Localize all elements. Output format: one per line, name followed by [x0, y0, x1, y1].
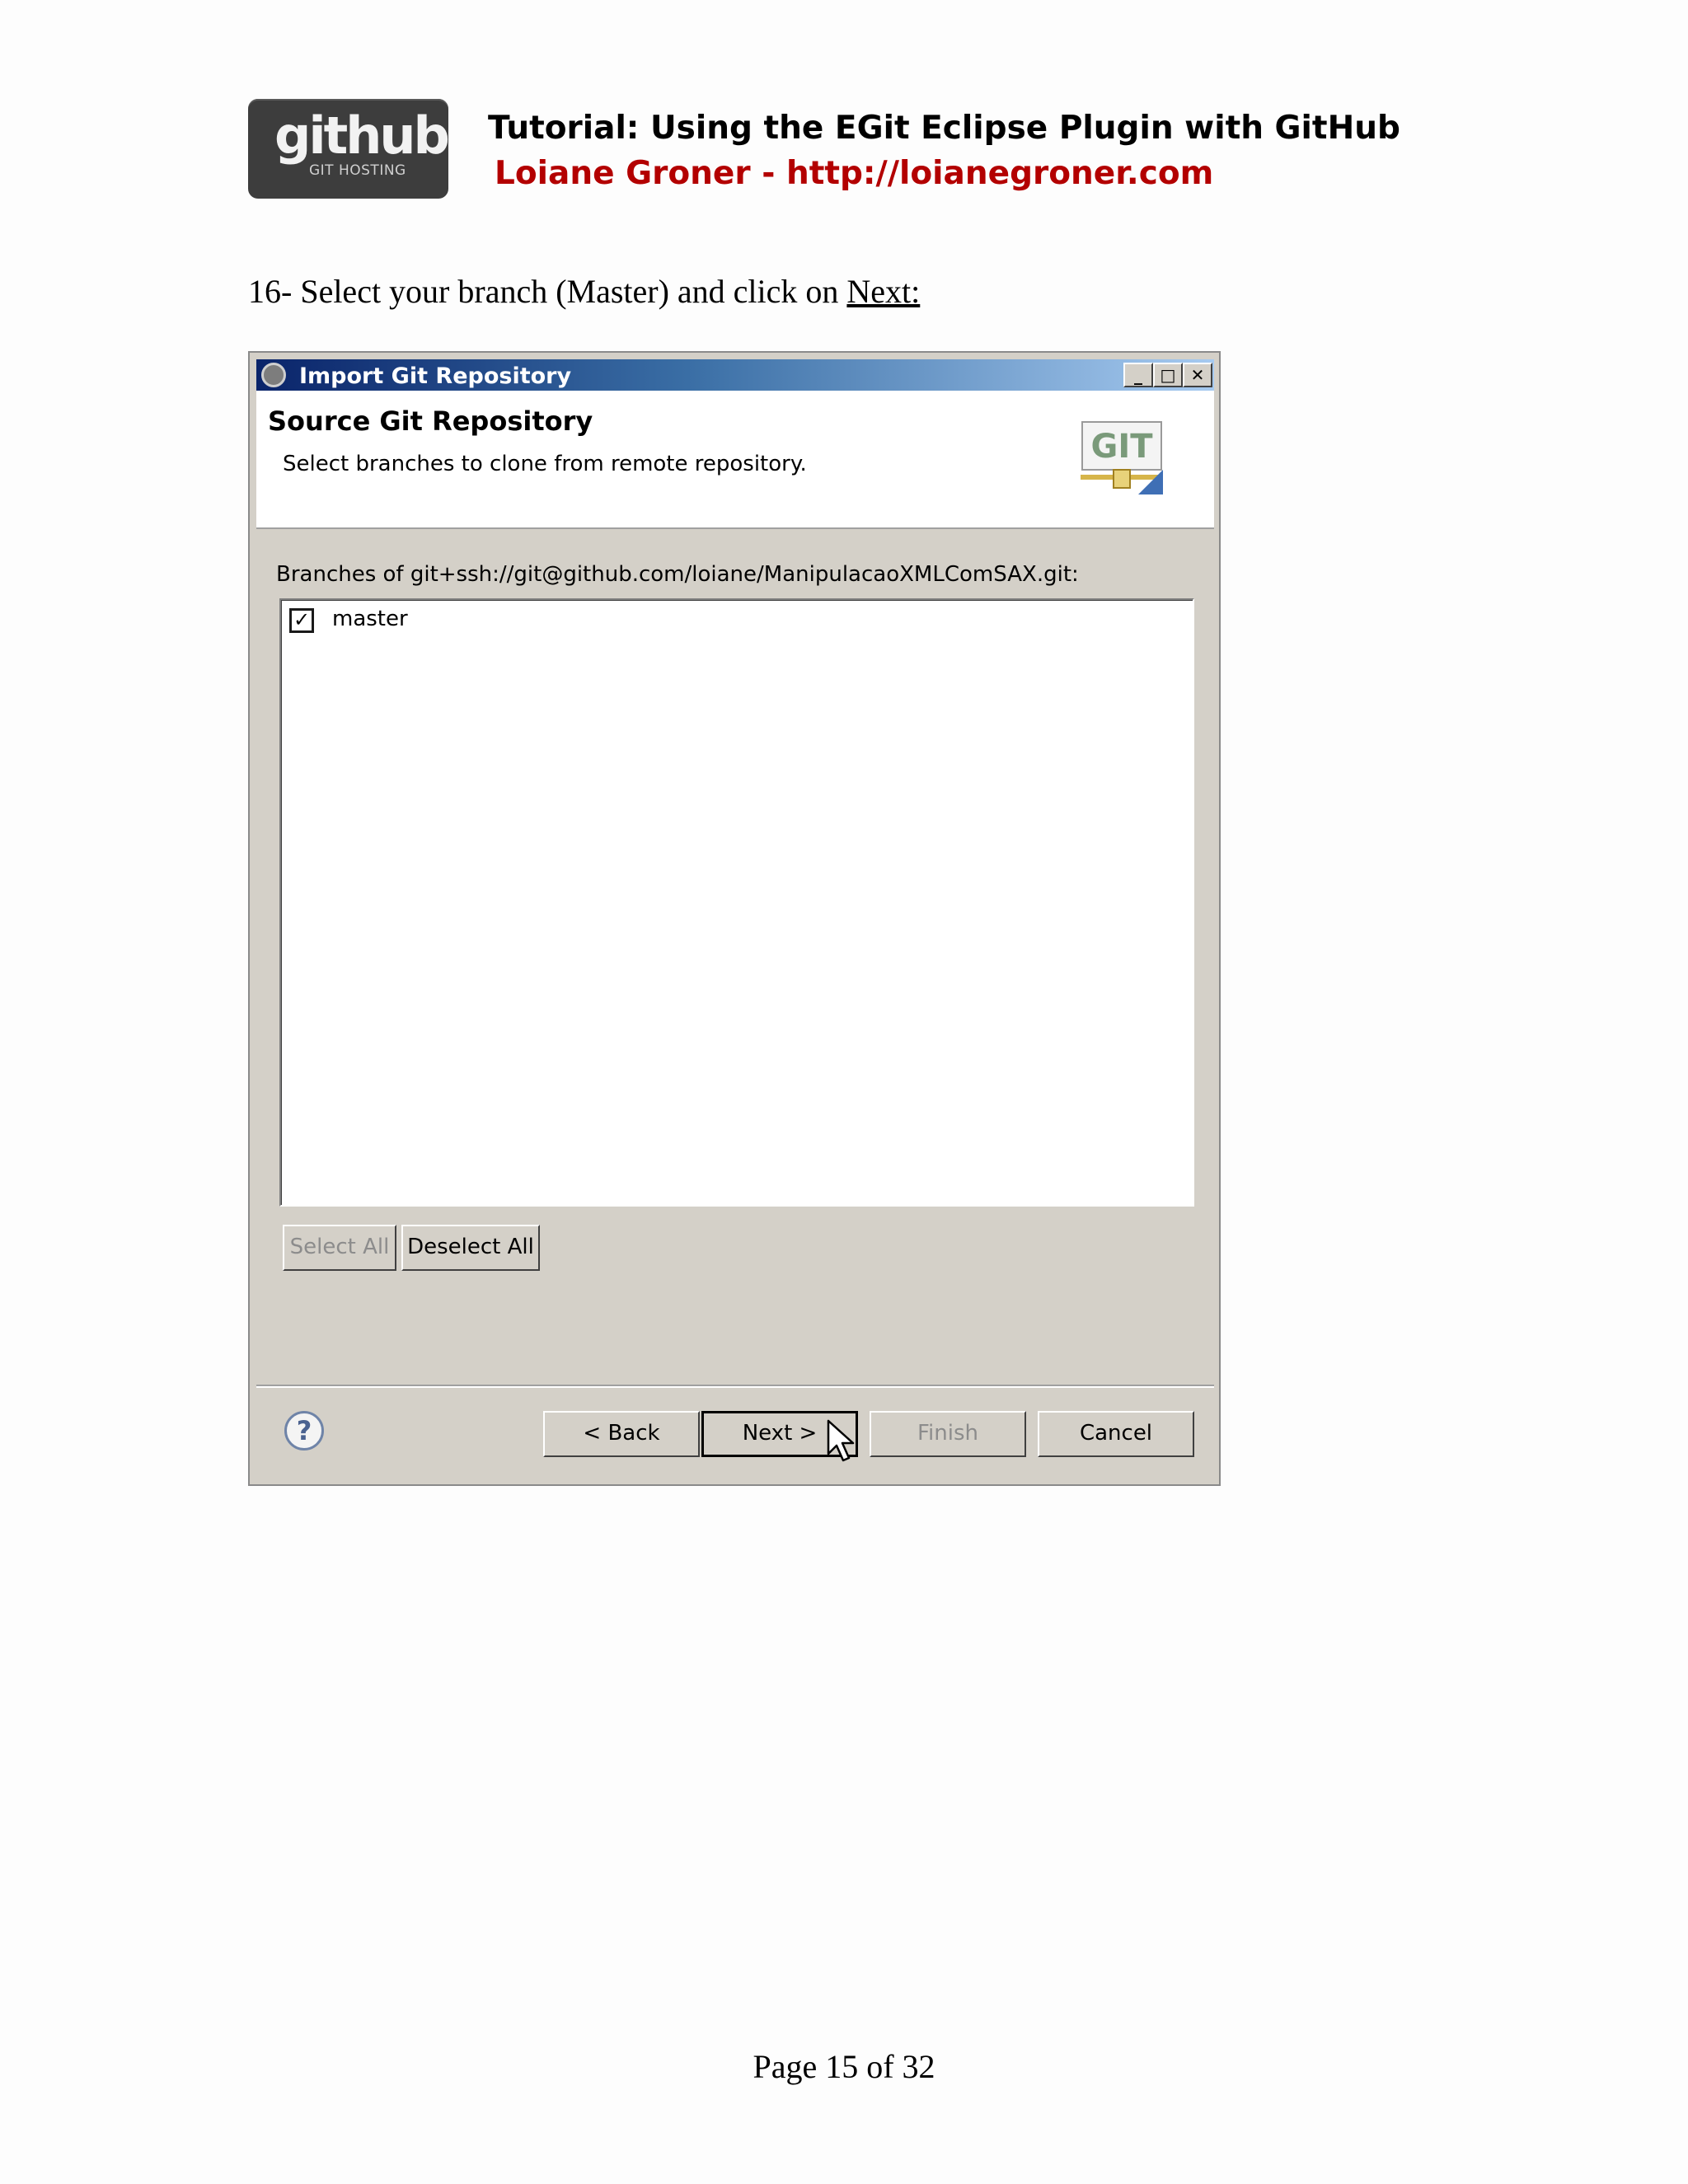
- close-button[interactable]: ✕: [1183, 363, 1212, 387]
- minimize-button[interactable]: _: [1123, 363, 1153, 387]
- branches-label: Branches of git+ssh://git@github.com/loi…: [276, 562, 1079, 587]
- page-number: Page 15 of 32: [753, 2048, 935, 2085]
- logo-word: github: [274, 105, 450, 166]
- back-button[interactable]: < Back: [543, 1411, 700, 1457]
- banner-title: Source Git Repository: [268, 405, 593, 437]
- dialog-title: Import Git Repository: [299, 363, 572, 389]
- git-wizard-icon: GIT: [1081, 421, 1163, 494]
- eclipse-icon: [261, 363, 286, 387]
- import-git-repository-dialog: Import Git Repository _ □ ✕ Source Git R…: [248, 351, 1221, 1486]
- finish-button[interactable]: Finish: [870, 1411, 1026, 1457]
- document-author: Loiane Groner - http://loianegroner.com: [495, 155, 1214, 192]
- button-bar-separator: [256, 1385, 1214, 1388]
- help-icon[interactable]: ?: [284, 1411, 324, 1451]
- instruction-next-link: Next:: [846, 273, 921, 310]
- banner-description: Select branches to clone from remote rep…: [283, 452, 807, 476]
- dialog-titlebar[interactable]: Import Git Repository _ □ ✕: [256, 359, 1214, 391]
- document-title: Tutorial: Using the EGit Eclipse Plugin …: [488, 110, 1400, 147]
- select-all-button[interactable]: Select All: [283, 1225, 396, 1271]
- cancel-button[interactable]: Cancel: [1038, 1411, 1194, 1457]
- instruction-text: 16- Select your branch (Master) and clic…: [248, 273, 847, 310]
- github-logo: github GIT HOSTING: [248, 99, 450, 199]
- git-logo-text: GIT: [1091, 428, 1154, 466]
- logo-subtitle: GIT HOSTING: [309, 162, 406, 179]
- branch-list[interactable]: ✓ master: [279, 598, 1194, 1207]
- deselect-all-button[interactable]: Deselect All: [401, 1225, 540, 1271]
- branch-checkbox-master[interactable]: ✓: [289, 608, 314, 633]
- step-instruction: 16- Select your branch (Master) and clic…: [248, 272, 920, 311]
- maximize-button[interactable]: □: [1153, 363, 1183, 387]
- mouse-cursor-icon: [827, 1419, 855, 1462]
- branch-name: master: [332, 607, 408, 631]
- wizard-banner: Source Git Repository Select branches to…: [256, 391, 1214, 529]
